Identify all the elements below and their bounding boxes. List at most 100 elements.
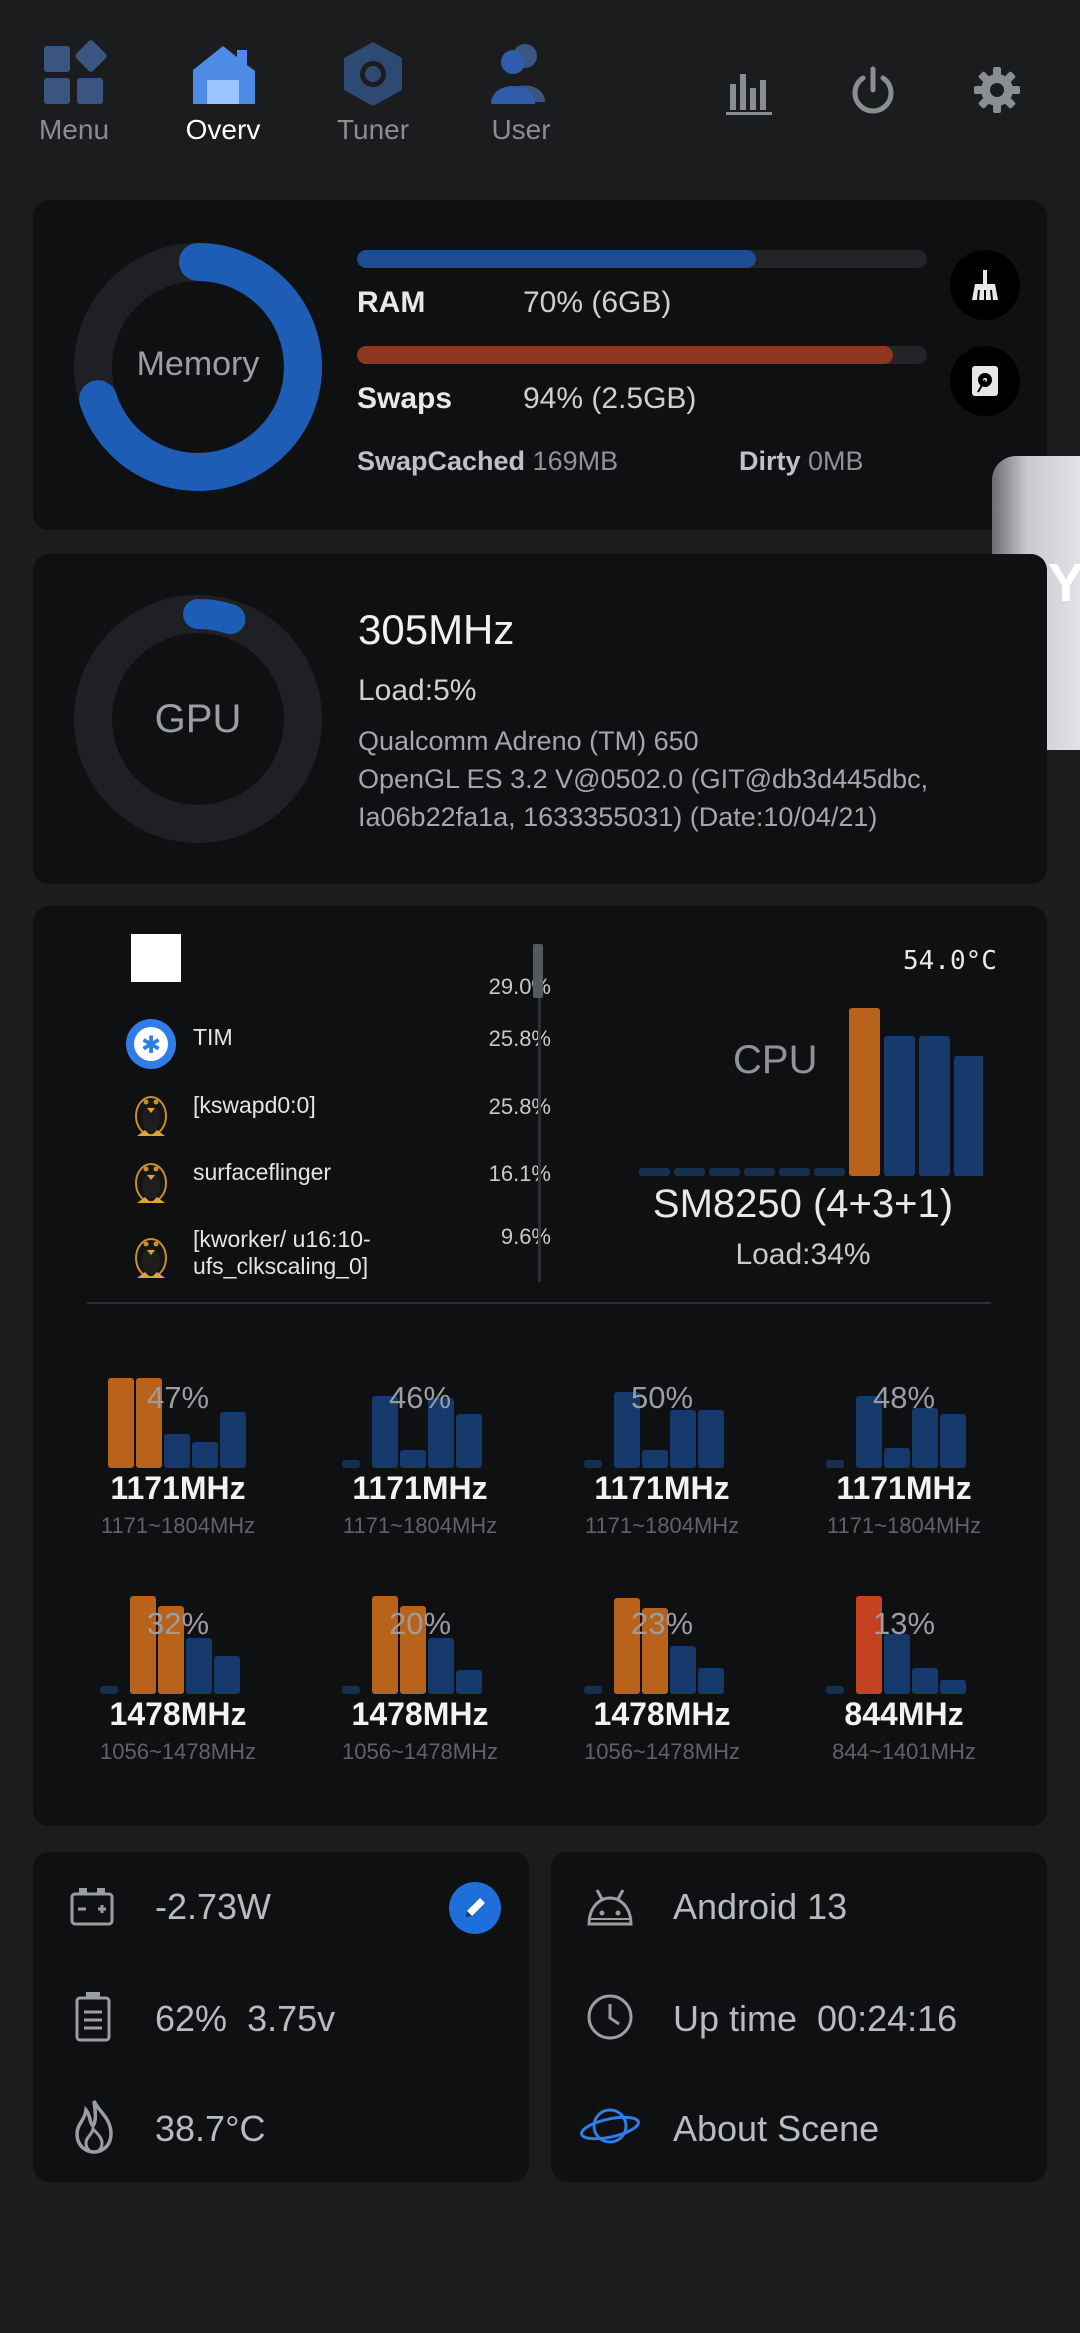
cpu-overall-bar <box>744 1168 775 1176</box>
core-frequency: 1171MHz <box>110 1470 246 1506</box>
cpu-overall-bar <box>919 1036 950 1176</box>
cpu-core-7: 13% 844MHz 844~1401MHz <box>794 1594 1014 1765</box>
android-icon <box>587 1889 633 1926</box>
battery-temperature: 38.7°C <box>155 2108 266 2149</box>
cpu-core-1: 46% 1171MHz 1171~1804MHz <box>310 1368 530 1539</box>
uptime: Up time 00:24:16 <box>673 1998 957 2040</box>
swap-settings-button[interactable] <box>950 346 1020 416</box>
hexagon-nut-icon <box>344 42 402 106</box>
memory-ring-label: Memory <box>136 345 260 383</box>
cpu-core-6: 23% 1478MHz 1056~1478MHz <box>552 1594 772 1765</box>
core-frequency-range: 844~1401MHz <box>832 1739 976 1764</box>
cpu-label: CPU <box>733 1038 818 1082</box>
core-frequency: 1171MHz <box>594 1470 730 1506</box>
core-bar <box>826 1686 844 1694</box>
core-load: 13% <box>872 1606 936 1641</box>
nav-tuner-label: Tuner <box>336 114 410 145</box>
cpu-overall-bar <box>849 1008 880 1176</box>
core-bar <box>100 1686 118 1694</box>
gpu-info-line2: OpenGL ES 3.2 V@0502.0 (GIT@db3d445dbc, <box>358 764 929 794</box>
swapcached-label: SwapCached <box>357 446 526 476</box>
gpu-info-line3: Ia06b22fa1a, 1633355031) (Date:10/04/21) <box>358 802 878 832</box>
about-scene-link[interactable]: About Scene <box>673 2108 879 2150</box>
process-name: surfaceflinger <box>193 1159 332 1185</box>
cpu-overall-bar <box>954 1056 983 1176</box>
core-bar <box>670 1410 696 1468</box>
process-item-2[interactable]: [kswapd0:0] 25.8% <box>125 1086 555 1142</box>
cpu-core-3: 48% 1171MHz 1171~1804MHz <box>794 1368 1014 1539</box>
core-frequency: 1478MHz <box>109 1696 247 1732</box>
cpu-load: Load:34% <box>735 1238 871 1271</box>
core-frequency-range: 1171~1804MHz <box>342 1513 498 1538</box>
core-frequency-range: 1056~1478MHz <box>100 1739 256 1764</box>
dirty-label: Dirty <box>739 446 801 476</box>
ram-bar <box>357 250 927 268</box>
nav-menu[interactable]: Menu <box>14 40 134 146</box>
core-bar <box>342 1686 360 1694</box>
core-bar <box>342 1460 360 1468</box>
power-icon[interactable] <box>849 66 897 116</box>
core-bar <box>164 1434 190 1468</box>
clock-icon <box>587 1994 633 2040</box>
cpu-overall-bar <box>674 1168 705 1176</box>
process-item-0[interactable]: 29.0% <box>125 932 555 999</box>
process-item-4[interactable]: [kworker/ u16:10-ufs_clkscaling_0] 9.6% <box>125 1220 555 1290</box>
core-frequency: 1478MHz <box>593 1696 731 1732</box>
process-item-1[interactable]: ✱ TIM 25.8% <box>125 1018 555 1074</box>
gear-icon[interactable] <box>973 66 1021 114</box>
grid-menu-icon <box>44 40 107 104</box>
core-load: 47% <box>146 1380 210 1415</box>
gpu-card: GPU 305MHz Load:5% Qualcomm Adreno (TM) … <box>33 554 1047 884</box>
core-frequency-range: 1056~1478MHz <box>342 1739 498 1764</box>
core-frequency: 1171MHz <box>836 1470 972 1506</box>
core-bar <box>698 1410 724 1468</box>
core-load: 50% <box>630 1380 694 1415</box>
clean-memory-button[interactable] <box>950 250 1020 320</box>
bar-chart-icon[interactable] <box>724 66 774 116</box>
core-bar <box>940 1680 966 1694</box>
gpu-info: Qualcomm Adreno (TM) 650 OpenGL ES 3.2 V… <box>358 722 958 836</box>
nav-tuner[interactable]: Tuner <box>313 40 433 146</box>
core-load: 32% <box>146 1606 210 1641</box>
swaps-label: Swaps <box>357 382 453 415</box>
core-bar <box>670 1646 696 1694</box>
core-bar <box>884 1448 910 1468</box>
process-list-scroll-thumb[interactable] <box>533 944 543 998</box>
uptime-value: 00:24:16 <box>817 1998 958 2039</box>
nav-user[interactable]: User <box>461 40 581 146</box>
android-version: Android 13 <box>673 1886 848 1927</box>
cpu-overall-bar <box>639 1168 670 1176</box>
blank-app-icon <box>131 934 181 982</box>
cpu-temperature: 54.0°C <box>903 946 997 976</box>
gpu-load: Load:5% <box>358 674 477 707</box>
core-bar <box>192 1442 218 1468</box>
swaps-value: 94% (2.5GB) <box>523 382 697 415</box>
uptime-label: Up time <box>673 1998 798 2039</box>
process-item-3[interactable]: surfaceflinger 16.1% <box>125 1153 555 1209</box>
core-frequency: 844MHz <box>844 1696 964 1732</box>
process-pct: 25.8% <box>488 1026 551 1051</box>
cpu-overall-bar <box>884 1036 915 1176</box>
battery-level-icon <box>75 1992 111 2042</box>
core-bar <box>584 1460 602 1468</box>
process-pct: 25.8% <box>488 1094 551 1119</box>
core-bar <box>400 1450 426 1468</box>
cpu-core-2: 50% 1171MHz 1171~1804MHz <box>552 1368 772 1539</box>
core-bar <box>214 1656 240 1694</box>
core-bar <box>456 1414 482 1468</box>
core-bar <box>220 1412 246 1468</box>
cpu-divider <box>87 1302 991 1304</box>
nav-overview[interactable]: Overv <box>163 40 283 146</box>
flame-icon <box>75 2100 113 2154</box>
core-bar <box>428 1638 454 1694</box>
core-frequency: 1478MHz <box>351 1696 489 1732</box>
dirty-stat: Dirty 0MB <box>739 446 864 477</box>
linux-penguin-icon <box>135 1096 167 1136</box>
cpu-core-4: 32% 1478MHz 1056~1478MHz <box>68 1594 288 1765</box>
gpu-frequency: 305MHz <box>358 606 515 653</box>
cpu-overall-bar <box>709 1168 740 1176</box>
edit-button[interactable] <box>449 1882 501 1934</box>
svg-text:✱: ✱ <box>141 1031 161 1059</box>
ram-value: 70% (6GB) <box>523 286 672 319</box>
floating-widget-letter: Y <box>1048 553 1080 613</box>
